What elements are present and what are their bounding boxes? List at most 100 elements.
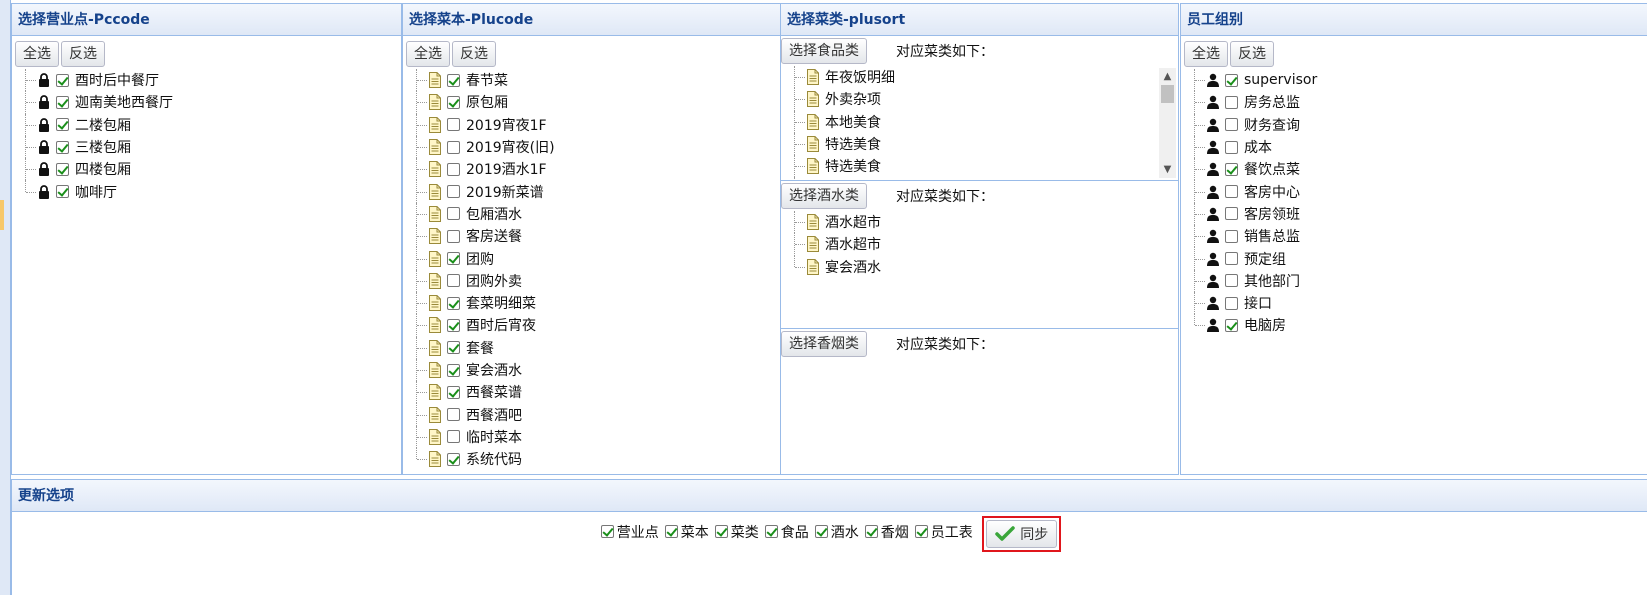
item-checkbox[interactable]: [1225, 207, 1238, 221]
item-checkbox[interactable]: [1225, 140, 1238, 154]
tree-item[interactable]: 酒水超市: [791, 211, 1178, 234]
tree-item[interactable]: 迦南美地西餐厅: [22, 91, 401, 114]
plucode-invert-button[interactable]: 反选: [452, 41, 496, 67]
scroll-up-icon[interactable]: ▲: [1159, 68, 1176, 85]
tree-item[interactable]: 销售总监: [1191, 225, 1647, 248]
item-checkbox[interactable]: [1225, 185, 1238, 199]
item-checkbox[interactable]: [447, 95, 460, 109]
tree-item[interactable]: 宴会酒水: [791, 255, 1178, 278]
update-option[interactable]: 营业点: [600, 522, 659, 542]
tree-item[interactable]: 其他部门: [1191, 269, 1647, 293]
tree-item[interactable]: 2019酒水1F: [413, 158, 780, 181]
tree-item[interactable]: 预定组: [1191, 247, 1647, 270]
item-checkbox[interactable]: [447, 185, 460, 199]
update-option[interactable]: 菜本: [664, 522, 709, 542]
item-checkbox[interactable]: [447, 296, 460, 310]
sync-button[interactable]: 同步: [986, 520, 1058, 548]
item-checkbox[interactable]: [56, 118, 69, 132]
item-checkbox[interactable]: [447, 207, 460, 221]
item-checkbox[interactable]: [1225, 252, 1238, 266]
tree-item[interactable]: 酒水超市: [791, 233, 1178, 256]
item-checkbox[interactable]: [1225, 229, 1238, 243]
update-option[interactable]: 菜类: [714, 522, 759, 542]
item-checkbox[interactable]: [447, 341, 460, 355]
option-checkbox[interactable]: [814, 525, 828, 538]
pccode-invert-button[interactable]: 反选: [61, 41, 105, 67]
option-checkbox[interactable]: [764, 525, 778, 538]
update-option[interactable]: 食品: [764, 522, 809, 542]
scroll-down-icon[interactable]: ▼: [1159, 161, 1176, 178]
tree-item[interactable]: 2019新菜谱: [413, 180, 780, 204]
item-checkbox[interactable]: [447, 430, 460, 444]
update-option[interactable]: 香烟: [864, 522, 909, 542]
item-checkbox[interactable]: [56, 140, 69, 154]
item-checkbox[interactable]: [56, 95, 69, 109]
tree-item[interactable]: 咖啡厅: [22, 180, 401, 202]
staff-invert-button[interactable]: 反选: [1230, 41, 1274, 67]
option-checkbox[interactable]: [864, 525, 878, 538]
item-checkbox[interactable]: [447, 452, 460, 466]
item-checkbox[interactable]: [447, 73, 460, 87]
tree-item[interactable]: 2019宵夜1F: [413, 113, 780, 137]
item-checkbox[interactable]: [447, 274, 460, 288]
tree-item[interactable]: 原包厢: [413, 91, 780, 114]
tree-item[interactable]: 接口: [1191, 291, 1647, 315]
item-checkbox[interactable]: [447, 385, 460, 399]
item-checkbox[interactable]: [56, 185, 69, 199]
item-checkbox[interactable]: [447, 252, 460, 266]
item-checkbox[interactable]: [447, 229, 460, 243]
pccode-select-all-button[interactable]: 全选: [15, 41, 59, 67]
tree-item[interactable]: 宴会酒水: [413, 358, 780, 382]
tree-item[interactable]: 客房送餐: [413, 225, 780, 248]
tree-item[interactable]: 客房领班: [1191, 202, 1647, 226]
scroll-thumb[interactable]: [1161, 85, 1174, 103]
tree-item[interactable]: 房务总监: [1191, 91, 1647, 114]
tree-item[interactable]: 餐饮点菜: [1191, 158, 1647, 181]
tree-item[interactable]: 四楼包厢: [22, 158, 401, 181]
tree-item[interactable]: 特选美食: [791, 132, 1178, 156]
option-checkbox[interactable]: [714, 525, 728, 538]
item-checkbox[interactable]: [447, 118, 460, 132]
item-checkbox[interactable]: [447, 162, 460, 176]
item-checkbox[interactable]: [1225, 296, 1238, 310]
tree-item[interactable]: 西餐菜谱: [413, 381, 780, 404]
item-checkbox[interactable]: [1225, 274, 1238, 288]
tree-item[interactable]: 春节菜: [413, 69, 780, 92]
tree-item[interactable]: 本地美食: [791, 110, 1178, 134]
item-checkbox[interactable]: [56, 162, 69, 176]
option-checkbox[interactable]: [914, 525, 928, 538]
tree-item[interactable]: 西餐酒吧: [413, 403, 780, 427]
tree-item[interactable]: 年夜饭明细: [791, 66, 1178, 89]
tree-item[interactable]: 电脑房: [1191, 314, 1647, 336]
tree-item[interactable]: supervisor: [1191, 69, 1647, 92]
item-checkbox[interactable]: [1225, 118, 1238, 132]
tree-item[interactable]: 酉时后宵夜: [413, 314, 780, 337]
item-checkbox[interactable]: [1225, 162, 1238, 176]
tree-item[interactable]: 包厢酒水: [413, 202, 780, 226]
item-checkbox[interactable]: [447, 140, 460, 154]
tree-item[interactable]: 二楼包厢: [22, 113, 401, 137]
tree-item[interactable]: 临时菜本: [413, 425, 780, 449]
update-option[interactable]: 酒水: [814, 522, 859, 542]
option-checkbox[interactable]: [664, 525, 678, 538]
item-checkbox[interactable]: [447, 408, 460, 422]
tree-item[interactable]: 团购: [413, 247, 780, 270]
food-scrollbar[interactable]: ▲ ▼: [1159, 68, 1176, 178]
tree-item[interactable]: 套菜明细菜: [413, 291, 780, 315]
staff-select-all-button[interactable]: 全选: [1184, 41, 1228, 67]
select-food-button[interactable]: 选择食品类: [781, 38, 867, 64]
update-option[interactable]: 员工表: [914, 522, 973, 542]
tree-item[interactable]: 财务查询: [1191, 113, 1647, 137]
item-checkbox[interactable]: [447, 318, 460, 332]
tree-item[interactable]: 特选美食: [791, 155, 1178, 178]
tree-item[interactable]: 外卖杂项: [791, 88, 1178, 111]
select-tobacco-button[interactable]: 选择香烟类: [781, 331, 867, 357]
item-checkbox[interactable]: [447, 363, 460, 377]
tree-item[interactable]: 团购外卖: [413, 269, 780, 293]
item-checkbox[interactable]: [1225, 318, 1238, 332]
tree-item[interactable]: 系统代码: [413, 448, 780, 470]
select-drink-button[interactable]: 选择酒水类: [781, 183, 867, 209]
tree-item[interactable]: 酉时后中餐厅: [22, 69, 401, 92]
item-checkbox[interactable]: [1225, 73, 1238, 87]
tree-item[interactable]: 客房中心: [1191, 180, 1647, 204]
